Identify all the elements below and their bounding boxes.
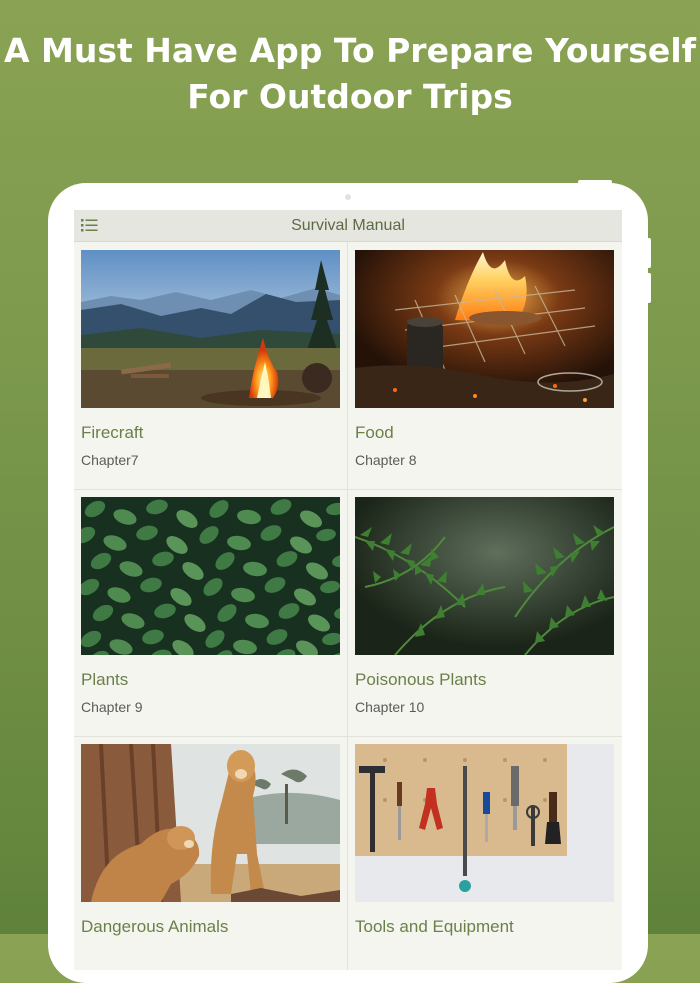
front-camera (345, 194, 351, 200)
chapter-card-poisonous-plants[interactable]: Poisonous Plants Chapter 10 (348, 489, 621, 736)
app-screen: Survival Manual Firecraft Chapter7 Food … (74, 210, 622, 970)
chapter-card-dangerous-animals[interactable]: Dangerous Animals (74, 736, 347, 970)
chapter-title: Plants (81, 670, 129, 689)
headline-line-1: A Must Have App To Prepare Yourself (4, 31, 696, 70)
chapter-card-food[interactable]: Food Chapter 8 (348, 242, 621, 489)
chapter-card-firecraft[interactable]: Firecraft Chapter7 (74, 242, 347, 489)
headline-line-2: For Outdoor Trips (187, 77, 513, 116)
tablet-frame: Survival Manual Firecraft Chapter7 Food … (48, 180, 651, 983)
chapter-number: Chapter 8 (355, 452, 417, 468)
promo-headline: A Must Have App To Prepare Yourself For … (0, 28, 700, 120)
chapter-title: Firecraft (81, 423, 144, 442)
chapter-number: Chapter 10 (355, 699, 425, 715)
chapter-card-tools-and-equipment[interactable]: Tools and Equipment (348, 736, 621, 970)
campfire-cooking-photo (355, 250, 614, 408)
lionesses-photo (81, 744, 340, 902)
tools-pegboard-photo (355, 744, 614, 902)
chapter-title: Dangerous Animals (81, 917, 229, 936)
tablet-top-button (578, 180, 612, 184)
green-leaves-photo (81, 497, 340, 655)
navigation-bar: Survival Manual (74, 210, 622, 242)
chapter-title: Food (355, 423, 394, 442)
tablet-volume-up-button (647, 238, 651, 268)
chapter-title: Tools and Equipment (355, 917, 514, 936)
ferns-photo (355, 497, 614, 655)
campfire-mountains-photo (81, 250, 340, 408)
chapter-card-plants[interactable]: Plants Chapter 9 (74, 489, 347, 736)
chapter-number: Chapter7 (81, 452, 139, 468)
chapter-title: Poisonous Plants (355, 670, 487, 689)
chapter-number: Chapter 9 (81, 699, 143, 715)
tablet-volume-down-button (647, 273, 651, 303)
app-title: Survival Manual (291, 217, 405, 234)
